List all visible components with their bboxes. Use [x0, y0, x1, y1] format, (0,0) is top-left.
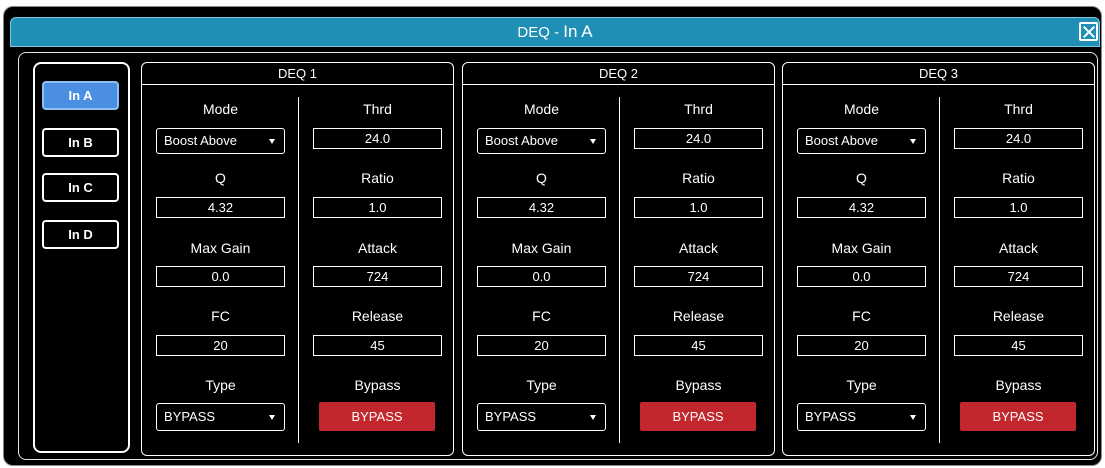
type-select[interactable]: BYPASS: [477, 403, 606, 431]
deq-title: DEQ 1: [142, 63, 453, 85]
release-field[interactable]: 45: [954, 335, 1083, 356]
thrd-label: Thrd: [684, 101, 713, 117]
deq-panel: DEQ 3 Mode Boost Above Q 4.32 Max Gain 0…: [782, 62, 1095, 456]
fc-field[interactable]: 20: [797, 335, 926, 356]
release-label: Release: [351, 308, 404, 324]
bypass-button[interactable]: BYPASS: [319, 402, 435, 431]
bypass-button[interactable]: BYPASS: [960, 402, 1076, 431]
fc-field[interactable]: 20: [156, 335, 285, 356]
mode-select[interactable]: Boost Above: [477, 128, 606, 154]
column-divider: [939, 97, 940, 443]
bypass-label: Bypass: [995, 377, 1042, 393]
type-value: BYPASS: [485, 409, 537, 424]
max-gain-field[interactable]: 0.0: [797, 266, 926, 287]
type-select[interactable]: BYPASS: [797, 403, 926, 431]
title-bar: DEQ - In A: [10, 17, 1100, 47]
release-label: Release: [672, 308, 725, 324]
thrd-label: Thrd: [363, 101, 392, 117]
type-label: Type: [846, 377, 877, 393]
attack-field[interactable]: 724: [634, 266, 763, 287]
attack-label: Attack: [679, 240, 718, 256]
thrd-field[interactable]: 24.0: [954, 128, 1083, 149]
bypass-label: Bypass: [354, 377, 401, 393]
fc-label: FC: [211, 308, 230, 324]
max-gain-field[interactable]: 0.0: [156, 266, 285, 287]
attack-label: Attack: [358, 240, 397, 256]
fc-field[interactable]: 20: [477, 335, 606, 356]
ratio-label: Ratio: [682, 170, 715, 186]
type-value: BYPASS: [805, 409, 857, 424]
thrd-field[interactable]: 24.0: [634, 128, 763, 149]
channel-tab-in-b[interactable]: In B: [42, 128, 119, 157]
ratio-field[interactable]: 1.0: [634, 197, 763, 218]
ratio-label: Ratio: [1002, 170, 1035, 186]
window-title-prefix: DEQ -: [517, 24, 564, 41]
mode-value: Boost Above: [485, 133, 558, 148]
column-divider: [298, 97, 299, 443]
channel-tab-in-d[interactable]: In D: [42, 220, 119, 249]
channel-tab-in-a[interactable]: In A: [42, 81, 119, 110]
mode-select[interactable]: Boost Above: [797, 128, 926, 154]
chevron-down-icon: [269, 139, 275, 144]
window-title-channel: In A: [563, 22, 593, 41]
bypass-label: Bypass: [675, 377, 722, 393]
chevron-down-icon: [590, 139, 596, 144]
q-label: Q: [536, 170, 547, 186]
mode-value: Boost Above: [164, 133, 237, 148]
attack-field[interactable]: 724: [954, 266, 1083, 287]
type-select[interactable]: BYPASS: [156, 403, 285, 431]
fc-label: FC: [852, 308, 871, 324]
chevron-down-icon: [910, 139, 916, 144]
mode-label: Mode: [202, 101, 239, 117]
q-field[interactable]: 4.32: [797, 197, 926, 218]
max-gain-field[interactable]: 0.0: [477, 266, 606, 287]
max-gain-label: Max Gain: [190, 240, 251, 256]
mode-label: Mode: [523, 101, 560, 117]
deq-panel: DEQ 1 Mode Boost Above Q 4.32 Max Gain 0…: [141, 62, 454, 456]
deq-title: DEQ 3: [783, 63, 1094, 85]
column-divider: [619, 97, 620, 443]
chevron-down-icon: [590, 415, 596, 420]
thrd-field[interactable]: 24.0: [313, 128, 442, 149]
close-icon[interactable]: [1079, 22, 1098, 41]
type-label: Type: [205, 377, 236, 393]
ratio-field[interactable]: 1.0: [313, 197, 442, 218]
attack-field[interactable]: 724: [313, 266, 442, 287]
ratio-label: Ratio: [361, 170, 394, 186]
max-gain-label: Max Gain: [831, 240, 892, 256]
q-label: Q: [856, 170, 867, 186]
q-field[interactable]: 4.32: [477, 197, 606, 218]
attack-label: Attack: [999, 240, 1038, 256]
deq-title: DEQ 2: [463, 63, 774, 85]
chevron-down-icon: [269, 415, 275, 420]
type-label: Type: [526, 377, 557, 393]
release-field[interactable]: 45: [313, 335, 442, 356]
chevron-down-icon: [910, 415, 916, 420]
mode-label: Mode: [843, 101, 880, 117]
type-value: BYPASS: [164, 409, 216, 424]
release-field[interactable]: 45: [634, 335, 763, 356]
channel-tab-in-c[interactable]: In C: [42, 173, 119, 202]
ratio-field[interactable]: 1.0: [954, 197, 1083, 218]
thrd-label: Thrd: [1004, 101, 1033, 117]
release-label: Release: [992, 308, 1045, 324]
q-label: Q: [215, 170, 226, 186]
channel-sidebar: [33, 62, 130, 453]
mode-select[interactable]: Boost Above: [156, 128, 285, 154]
fc-label: FC: [532, 308, 551, 324]
max-gain-label: Max Gain: [511, 240, 572, 256]
mode-value: Boost Above: [805, 133, 878, 148]
q-field[interactable]: 4.32: [156, 197, 285, 218]
bypass-button[interactable]: BYPASS: [640, 402, 756, 431]
deq-panel: DEQ 2 Mode Boost Above Q 4.32 Max Gain 0…: [462, 62, 775, 456]
